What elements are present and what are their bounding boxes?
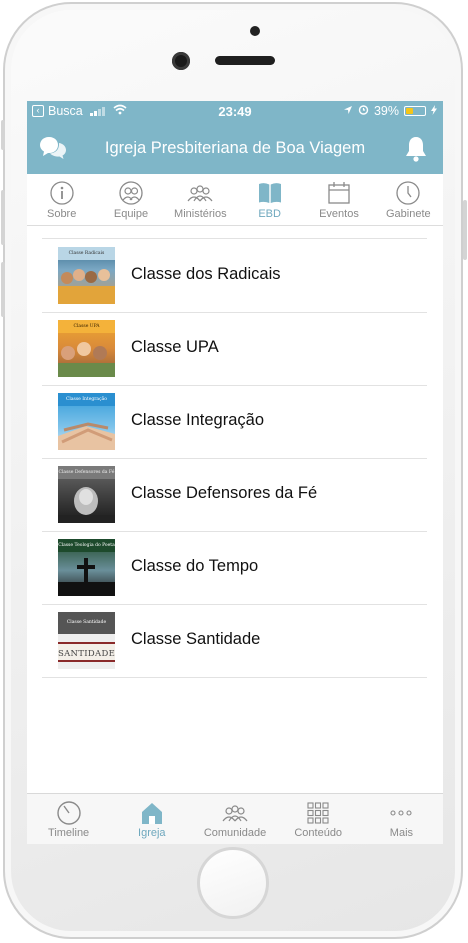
tab-label: EBD (258, 208, 281, 220)
thumbnail-caption: Classe UPA (58, 320, 115, 333)
front-camera (172, 52, 190, 70)
bottom-tab-timeline[interactable]: Timeline (27, 794, 110, 844)
app-header: Igreja Presbiteriana de Boa Viagem (27, 122, 443, 174)
chat-bubbles-icon[interactable] (39, 134, 67, 162)
class-name: Classe do Tempo (131, 557, 259, 575)
bottom-tab-comunidade[interactable]: Comunidade (193, 794, 276, 844)
calendar-icon (328, 182, 350, 204)
bottom-tab-mais[interactable]: Mais (360, 794, 443, 844)
tab-label: Equipe (113, 208, 149, 220)
tab-label: Sobre (46, 208, 77, 220)
class-row-upa[interactable]: Classe UPA Classe UPA (42, 312, 427, 386)
class-name: Classe dos Radicais (131, 265, 281, 283)
location-icon (343, 104, 353, 118)
class-thumbnail: Classe Radicais (58, 247, 115, 304)
class-row-tempo[interactable]: Classe Teologia do Poeta Classe do Tempo (42, 531, 427, 605)
power-button (463, 200, 467, 260)
tab-label: Eventos (319, 208, 359, 220)
bottom-tab-conteudo[interactable]: Conteúdo (277, 794, 360, 844)
bottom-tab-label: Comunidade (203, 827, 267, 839)
bottom-tab-label: Igreja (138, 827, 166, 839)
mute-switch (1, 120, 5, 150)
battery-percent: 39% (373, 104, 399, 118)
tab-equipe[interactable]: Equipe (96, 174, 165, 225)
tab-ministerios[interactable]: Ministérios (166, 174, 235, 225)
volume-up-button (1, 190, 5, 245)
thumbnail-caption: Classe Integração (58, 393, 115, 406)
class-row-radicais[interactable]: Classe Radicais Classe dos Radicais (42, 239, 427, 313)
tab-ebd[interactable]: EBD (235, 174, 304, 225)
bell-icon[interactable] (403, 135, 429, 163)
battery-icon (404, 106, 426, 116)
class-name: Classe Santidade (131, 630, 261, 648)
thumbnail-caption: Classe Teologia do Poeta (58, 539, 115, 552)
bottom-tab-label: Mais (389, 827, 414, 839)
tab-sobre[interactable]: Sobre (27, 174, 96, 225)
portrait-photo (58, 487, 115, 523)
book-icon (258, 183, 281, 203)
class-thumbnail: Classe Santidade SANTIDADE (58, 612, 115, 669)
thumbnail-caption: Classe Defensores da Fé (58, 466, 115, 479)
clock-icon (396, 181, 420, 205)
status-bar: ‹ Busca 23:49 39% (27, 101, 443, 122)
hands-photo (58, 422, 115, 450)
team-icon (119, 181, 143, 205)
info-icon (50, 181, 74, 205)
cross-photo (58, 558, 115, 596)
bottom-tab-label: Conteúdo (294, 827, 343, 839)
people-photo (58, 269, 115, 304)
app-screen: ‹ Busca 23:49 39% Igreja Presbiteriana d… (27, 101, 443, 844)
bottom-tab-bar: Timeline Igreja Comunidade Conteúdo Mais (27, 793, 443, 844)
section-tabs: Sobre Equipe Ministérios EBD Eventos Gab… (27, 174, 443, 226)
volume-down-button (1, 262, 5, 317)
church-icon (141, 803, 162, 824)
bottom-tab-label: Timeline (48, 827, 90, 839)
class-row-integracao[interactable]: Classe Integração Classe Integração (42, 385, 427, 459)
people-photo (58, 342, 115, 377)
home-button[interactable] (197, 847, 269, 919)
class-thumbnail: Classe UPA (58, 320, 115, 377)
class-name: Classe Defensores da Fé (131, 484, 318, 502)
class-thumbnail: Classe Defensores da Fé (58, 466, 115, 523)
proximity-sensor (250, 26, 260, 36)
class-row-defensores[interactable]: Classe Defensores da Fé Classe Defensore… (42, 458, 427, 532)
page-title: Igreja Presbiteriana de Boa Viagem (104, 139, 366, 157)
more-icon (390, 810, 412, 816)
alarm-icon (358, 104, 369, 118)
tab-label: Gabinete (385, 208, 431, 220)
grid-icon (307, 802, 329, 824)
ministries-icon (187, 185, 213, 202)
charging-icon (431, 104, 437, 118)
thumbnail-caption: Classe Radicais (58, 247, 115, 260)
class-thumbnail: Classe Teologia do Poeta (58, 539, 115, 596)
tab-eventos[interactable]: Eventos (304, 174, 373, 225)
thumbnail-word: SANTIDADE (58, 642, 115, 662)
earpiece-speaker (215, 56, 275, 65)
class-row-santidade[interactable]: Classe Santidade SANTIDADE Classe Santid… (42, 604, 427, 678)
class-thumbnail: Classe Integração (58, 393, 115, 450)
thumbnail-caption: Classe Santidade (58, 612, 115, 634)
community-icon (222, 805, 248, 822)
tab-gabinete[interactable]: Gabinete (374, 174, 443, 225)
tab-label: Ministérios (174, 208, 227, 220)
bottom-tab-igreja[interactable]: Igreja (110, 794, 193, 844)
class-name: Classe UPA (131, 338, 219, 356)
class-name: Classe Integração (131, 411, 264, 429)
timeline-icon (56, 801, 81, 825)
